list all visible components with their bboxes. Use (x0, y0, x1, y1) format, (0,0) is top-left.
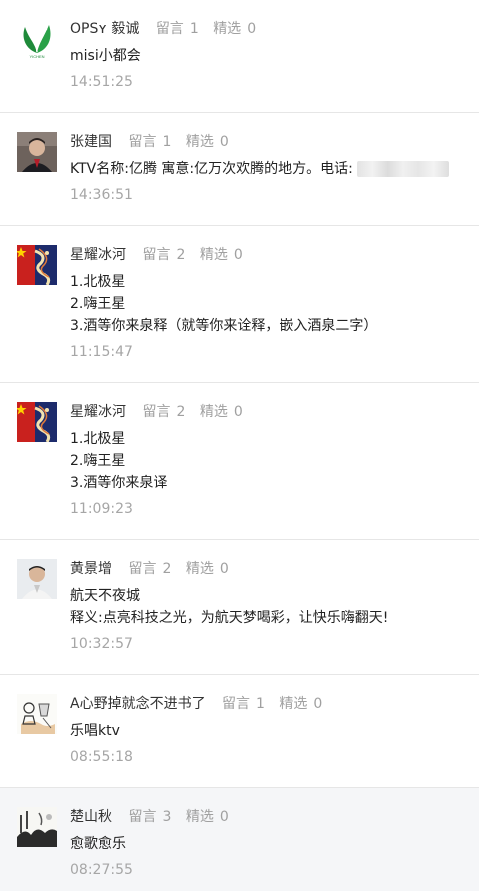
featured-count: 精选 0 (185, 809, 229, 825)
comment-text: misi小都会 (70, 48, 141, 64)
comment-item: YICHEN OPSʏ 毅诚 留言 1 精选 0 misi小都会 14:51:25 (0, 0, 479, 113)
man-portrait-icon[interactable] (17, 132, 57, 172)
comment-count: 留言 2 (142, 404, 186, 420)
comment-text: KTV名称:亿腾 寓意:亿万次欢腾的地方。电话: (70, 158, 467, 180)
comment-author[interactable]: 星耀冰河 (70, 247, 126, 263)
redacted-phone (356, 161, 449, 177)
comment-author[interactable]: OPSʏ 毅诚 (70, 21, 139, 37)
comment-author[interactable]: 张建国 (70, 134, 112, 150)
comment-text: 愈歌愈乐 (70, 836, 126, 852)
flag-dragon-icon[interactable] (17, 402, 57, 442)
comment-time: 14:51:25 (70, 74, 133, 90)
comment-time: 10:32:57 (70, 636, 133, 652)
cartoon-sketch-icon[interactable] (17, 694, 57, 734)
comment-count: 留言 1 (128, 134, 172, 150)
comment-count: 留言 2 (128, 561, 172, 577)
comment-time: 08:27:55 (70, 862, 133, 878)
ink-painting-icon[interactable] (17, 807, 57, 847)
featured-count: 精选 0 (185, 134, 229, 150)
comment-item: 黄景增 留言 2 精选 0 航天不夜城 释义:点亮科技之光，为航天梦喝彩，让快乐嗨翻… (0, 540, 479, 675)
comment-author[interactable]: A心野掉就念不进书了 (70, 696, 206, 712)
avatar-logo-text: YICHEN (29, 54, 44, 59)
featured-count: 精选 0 (185, 561, 229, 577)
comment-text: 1.北极星 2.嗨王星 3.酒等你来泉译 (70, 431, 168, 491)
comment-item: 楚山秋 留言 3 精选 0 愈歌愈乐 08:27:55 (0, 788, 479, 891)
featured-count: 精选 0 (279, 696, 323, 712)
comment-author[interactable]: 楚山秋 (70, 809, 112, 825)
comment-item: 星耀冰河 留言 2 精选 0 1.北极星 2.嗨王星 3.酒等你来泉释（就等你来诠释… (0, 226, 479, 383)
comment-time: 14:36:51 (70, 187, 133, 203)
man-portrait-icon[interactable] (17, 559, 57, 599)
comment-count: 留言 1 (155, 21, 199, 37)
green-leaf-logo-icon[interactable]: YICHEN (17, 19, 57, 59)
comment-text: 乐唱ktv (70, 723, 120, 739)
comment-count: 留言 2 (142, 247, 186, 263)
comment-author[interactable]: 黄景增 (70, 561, 112, 577)
comment-count: 留言 3 (128, 809, 172, 825)
featured-count: 精选 0 (199, 247, 243, 263)
comment-list: YICHEN OPSʏ 毅诚 留言 1 精选 0 misi小都会 14:51:25 (0, 0, 479, 891)
comment-text: 1.北极星 2.嗨王星 3.酒等你来泉释（就等你来诠释，嵌入酒泉二字） (70, 274, 378, 334)
flag-dragon-icon[interactable] (17, 245, 57, 285)
comment-time: 11:15:47 (70, 344, 133, 360)
comment-text: 航天不夜城 释义:点亮科技之光，为航天梦喝彩，让快乐嗨翻天! (70, 588, 389, 626)
comment-time: 11:09:23 (70, 501, 133, 517)
comment-time: 08:55:18 (70, 749, 133, 765)
comment-count: 留言 1 (222, 696, 265, 712)
comment-item: 张建国 留言 1 精选 0 KTV名称:亿腾 寓意:亿万次欢腾的地方。电话: 14:… (0, 113, 479, 226)
comment-item: A心野掉就念不进书了 留言 1 精选 0 乐唱ktv 08:55:18 (0, 675, 479, 788)
featured-count: 精选 0 (199, 404, 243, 420)
comment-author[interactable]: 星耀冰河 (70, 404, 126, 420)
comment-item: 星耀冰河 留言 2 精选 0 1.北极星 2.嗨王星 3.酒等你来泉译 11:09:… (0, 383, 479, 540)
featured-count: 精选 0 (213, 21, 257, 37)
